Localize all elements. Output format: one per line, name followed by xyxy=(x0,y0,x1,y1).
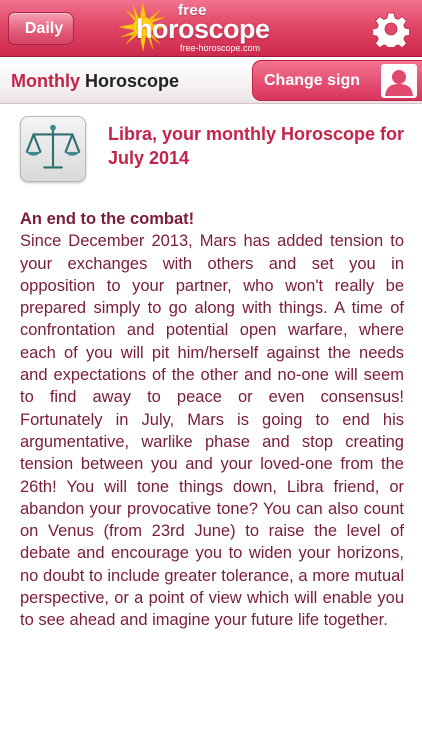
gear-icon[interactable] xyxy=(373,11,409,47)
daily-back-button[interactable]: Daily xyxy=(8,12,74,45)
top-bar: Daily free horoscope free-horoscope.com xyxy=(0,0,422,57)
page-title-accent: Monthly xyxy=(11,71,80,91)
change-sign-label: Change sign xyxy=(264,72,361,89)
daily-back-label: Daily xyxy=(24,19,64,37)
logo-url-text: free-horoscope.com xyxy=(180,43,261,53)
libra-scales-icon xyxy=(20,116,86,182)
sign-title: Libra, your monthly Horoscope for July 2… xyxy=(108,124,405,168)
horoscope-body: An end to the combat! Since December 201… xyxy=(20,208,404,632)
page-title-rest: Horoscope xyxy=(80,71,180,91)
sub-header: Monthly Horoscope Change sign xyxy=(0,57,422,104)
page-title: Monthly Horoscope xyxy=(11,71,179,92)
horoscope-text: Since December 2013, Mars has added tens… xyxy=(20,232,404,630)
free-horoscope-logo: free horoscope free-horoscope.com xyxy=(118,0,308,57)
change-sign-button[interactable]: Change sign xyxy=(252,60,422,101)
logo-main-text: horoscope xyxy=(136,14,270,44)
user-silhouette-icon xyxy=(381,64,417,98)
horoscope-heading: An end to the combat! xyxy=(20,210,195,228)
